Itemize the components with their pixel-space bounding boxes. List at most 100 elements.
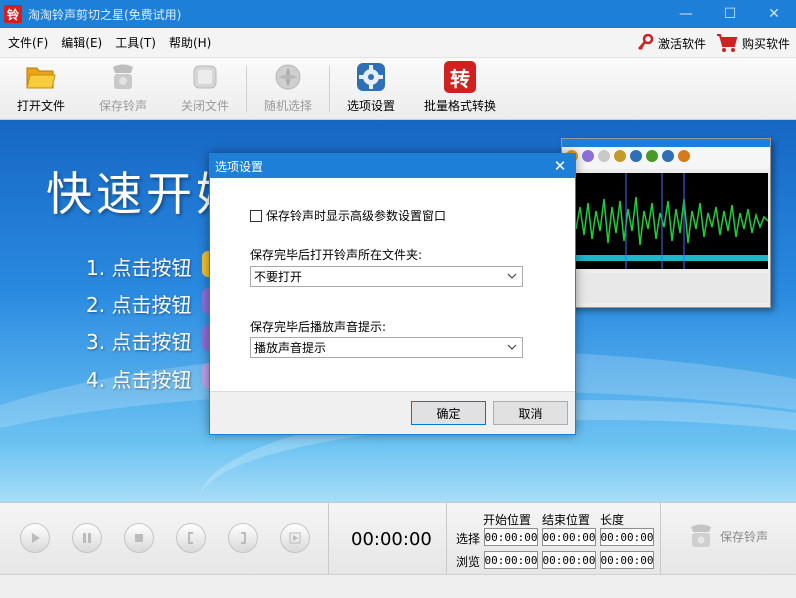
random-select-label: 随机选择 (263, 99, 312, 113)
playback-controls-panel: 00:00:00 开始位置 结束位置 长度 选择 浏览 00:00:00 00:… (0, 502, 796, 575)
play-sound-value: 播放声音提示 (254, 341, 327, 355)
phone-save-icon (107, 61, 139, 93)
step-number: 1. (86, 256, 106, 280)
browse-row-label: 浏览 (456, 555, 481, 569)
step-2: 2. 点击按钮 (86, 289, 191, 318)
play-sound-select[interactable]: 播放声音提示 (250, 337, 523, 358)
phone-save-icon (691, 524, 711, 547)
save-ringtone-bottom-button[interactable]: 保存铃声 (686, 523, 768, 549)
play-sound-label: 保存完毕后播放声音提示: (250, 320, 387, 334)
select-end-field[interactable]: 00:00:00 (542, 528, 596, 546)
current-time-display: 00:00:00 (351, 529, 432, 550)
random-select-button[interactable]: 随机选择 (247, 58, 329, 120)
set-start-button[interactable] (176, 523, 206, 553)
pause-button[interactable] (72, 523, 102, 553)
open-folder-value: 不要打开 (254, 270, 303, 284)
settings-icon (355, 61, 387, 93)
menu-bar: 文件(F) 编辑(E) 工具(T) 帮助(H) 激活软件 购买软件 (0, 28, 796, 58)
preview-waveform (566, 173, 768, 269)
menu-file[interactable]: 文件(F) (3, 34, 53, 51)
window-controls: — ☐ ✕ (664, 0, 796, 28)
play-button[interactable] (20, 523, 50, 553)
save-ringtone-button[interactable]: 保存铃声 (82, 58, 164, 120)
preview-toolbar (562, 147, 770, 169)
step-3: 3. 点击按钮 (86, 326, 191, 355)
chevron-down-icon (506, 270, 518, 282)
cancel-button[interactable]: 取消 (493, 401, 568, 425)
close-file-label: 关闭文件 (180, 99, 229, 113)
save-ringtone-label: 保存铃声 (98, 99, 147, 113)
shopping-cart-icon (716, 34, 738, 52)
batch-convert-button[interactable]: 转 批量格式转换 (412, 58, 508, 120)
browse-end-field: 00:00:00 (542, 551, 596, 569)
play-selection-button[interactable] (280, 523, 310, 553)
bracket-left-icon (188, 532, 193, 544)
panel-separator (328, 503, 329, 575)
folder-icon (25, 61, 57, 93)
step-number: 3. (86, 330, 106, 354)
dialog-close-button[interactable]: ✕ (545, 154, 575, 178)
browse-start-field: 00:00:00 (484, 551, 538, 569)
save-ringtone-bottom-label: 保存铃声 (720, 529, 769, 544)
activate-software-label: 激活软件 (657, 36, 706, 51)
ok-button[interactable]: 确定 (411, 401, 486, 425)
preview-controls (566, 273, 768, 303)
options-settings-button[interactable]: 选项设置 (330, 58, 412, 120)
maximize-button[interactable]: ☐ (708, 0, 752, 28)
menu-right-actions: 激活软件 购买软件 (626, 28, 790, 58)
bracket-right-icon (241, 532, 246, 544)
play-icon (32, 533, 40, 543)
dialog-title: 选项设置 (215, 159, 264, 174)
dialog-body: 保存铃声时显示高级参数设置窗口 保存完毕后打开铃声所在文件夹: 不要打开 保存完… (210, 178, 575, 392)
options-dialog: 选项设置 ✕ 保存铃声时显示高级参数设置窗口 保存完毕后打开铃声所在文件夹: 不… (209, 153, 576, 435)
close-file-button[interactable]: 关闭文件 (164, 58, 246, 120)
select-row-label: 选择 (456, 532, 481, 546)
browse-length-field: 00:00:00 (600, 551, 654, 569)
select-start-field[interactable]: 00:00:00 (484, 528, 538, 546)
window-title: 淘淘铃声剪切之星(免费试用) (28, 7, 182, 22)
minimize-button[interactable]: — (664, 0, 708, 28)
batch-convert-label: 批量格式转换 (423, 99, 496, 113)
play-selection-icon (289, 532, 301, 544)
key-icon (638, 34, 654, 50)
panel-separator (446, 503, 447, 575)
convert-icon-glyph: 转 (450, 66, 470, 91)
convert-icon: 转 (444, 61, 476, 93)
step-text: 点击按钮 (111, 330, 192, 354)
open-folder-select[interactable]: 不要打开 (250, 266, 523, 287)
menu-tools[interactable]: 工具(T) (110, 34, 161, 51)
status-bar (0, 574, 796, 598)
start-position-header: 开始位置 (483, 513, 532, 527)
panel-separator (660, 503, 661, 575)
activate-software-button[interactable]: 激活软件 (636, 34, 706, 52)
advanced-params-checkbox-row[interactable]: 保存铃声时显示高级参数设置窗口 (250, 207, 446, 224)
pause-icon (83, 533, 91, 543)
chevron-down-icon (506, 341, 518, 353)
buy-software-button[interactable]: 购买软件 (716, 33, 790, 53)
advanced-params-label: 保存铃声时显示高级参数设置窗口 (266, 209, 447, 223)
close-button[interactable]: ✕ (752, 0, 796, 28)
random-icon (272, 61, 304, 93)
step-1: 1. 点击按钮 (86, 252, 191, 281)
toolbar: 打开文件 保存铃声 关闭文件 随机选择 选项设置 转 批量格式转换 (0, 58, 796, 120)
close-file-icon (189, 61, 221, 93)
advanced-params-checkbox[interactable] (250, 209, 262, 222)
stop-button[interactable] (124, 523, 154, 553)
step-4: 4. 点击按钮 (86, 364, 191, 393)
title-bar: 铃 淘淘铃声剪切之星(免费试用) — ☐ ✕ (0, 0, 796, 28)
end-position-header: 结束位置 (542, 513, 591, 527)
options-settings-label: 选项设置 (346, 99, 395, 113)
app-preview-image (561, 138, 771, 308)
select-length-field[interactable]: 00:00:00 (600, 528, 654, 546)
menu-edit[interactable]: 编辑(E) (56, 34, 107, 51)
step-number: 4. (86, 368, 106, 392)
step-text: 点击按钮 (111, 256, 192, 280)
stop-icon (135, 534, 143, 542)
preview-titlebar (562, 139, 770, 147)
set-end-button[interactable] (228, 523, 258, 553)
step-text: 点击按钮 (111, 293, 192, 317)
open-file-button[interactable]: 打开文件 (0, 58, 82, 120)
menu-help[interactable]: 帮助(H) (164, 34, 216, 51)
step-number: 2. (86, 293, 106, 317)
app-logo-icon: 铃 (4, 5, 22, 23)
